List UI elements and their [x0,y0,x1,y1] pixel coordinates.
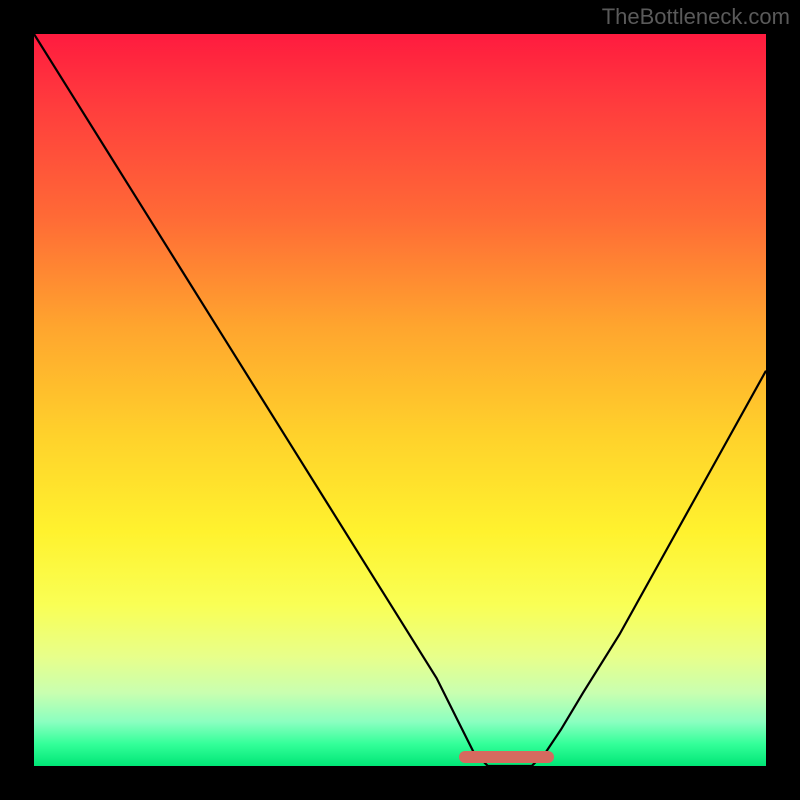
bottleneck-curve [34,34,766,766]
watermark-text: TheBottleneck.com [602,4,790,30]
chart-plot-area [34,34,766,766]
optimal-range-marker [459,751,554,763]
